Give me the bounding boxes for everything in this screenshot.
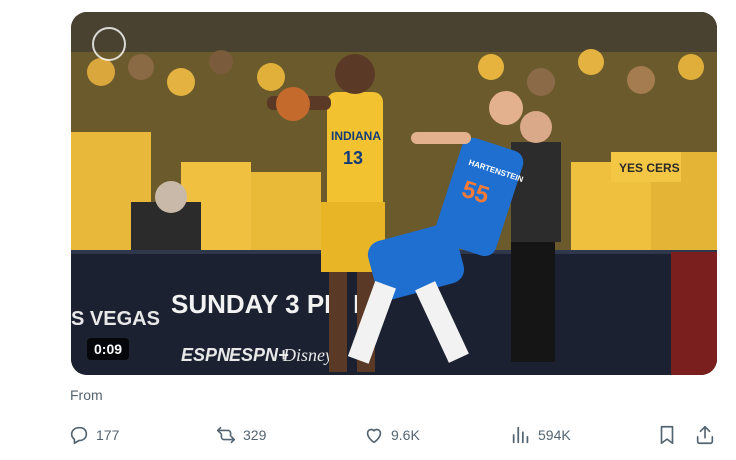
board-logo-espn-plus: ESPN+ bbox=[229, 345, 289, 365]
bookmark-icon bbox=[660, 425, 674, 445]
views-icon bbox=[512, 426, 529, 444]
referee bbox=[511, 111, 561, 362]
share-button[interactable] bbox=[694, 422, 716, 448]
views-count: 594K bbox=[538, 427, 571, 443]
pacers-jersey-team: INDIANA bbox=[331, 129, 381, 143]
board-logo-espn: ESPN bbox=[181, 345, 231, 365]
repost-icon bbox=[216, 426, 236, 444]
views-button[interactable]: 594K bbox=[510, 422, 571, 448]
source-label[interactable]: From bbox=[70, 387, 103, 403]
fan-shirt-text: YES CERS bbox=[619, 161, 680, 175]
reply-button[interactable]: 177 bbox=[68, 422, 119, 448]
like-button[interactable]: 9.6K bbox=[363, 422, 420, 448]
repost-button[interactable]: 329 bbox=[215, 422, 266, 448]
crowd: YES CERS bbox=[71, 49, 717, 252]
pacers-jersey-number: 13 bbox=[343, 148, 363, 168]
like-count: 9.6K bbox=[391, 427, 420, 443]
share-icon bbox=[696, 425, 714, 445]
tweet-action-bar: 177 329 9.6K 594K bbox=[68, 422, 720, 448]
reply-count: 177 bbox=[96, 427, 120, 443]
video-duration-badge: 0:09 bbox=[87, 338, 130, 360]
board-text-left: S VEGAS bbox=[71, 308, 160, 330]
video-frame: YES CERS S VEGAS SUNDAY 3 PM E ESPN ESPN… bbox=[71, 12, 717, 375]
like-icon bbox=[366, 428, 382, 444]
board-logo-disney: Disney bbox=[282, 345, 333, 365]
repost-count: 329 bbox=[243, 427, 267, 443]
bookmark-button[interactable] bbox=[656, 422, 678, 448]
reply-icon bbox=[70, 426, 88, 445]
video-player[interactable]: YES CERS S VEGAS SUNDAY 3 PM E ESPN ESPN… bbox=[71, 12, 717, 375]
